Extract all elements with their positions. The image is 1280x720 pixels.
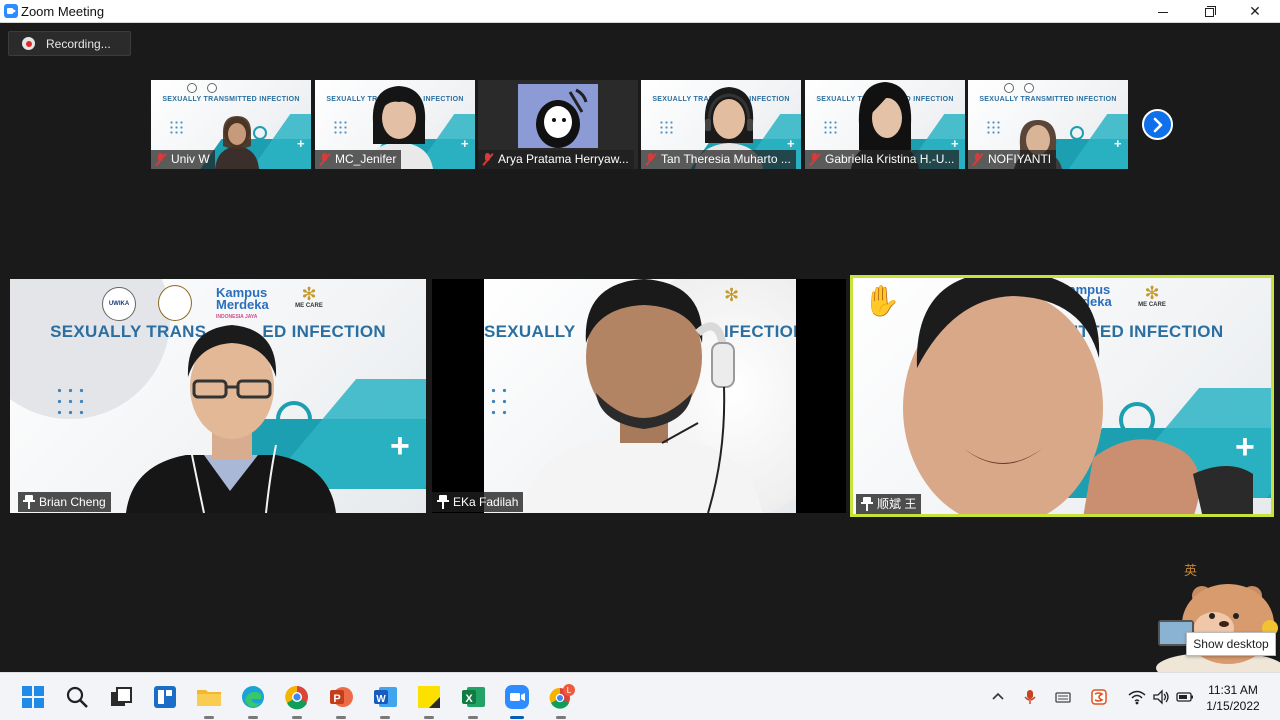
svg-text:W: W [376, 694, 386, 705]
chrome-button[interactable] [283, 683, 311, 719]
clock-time[interactable]: 11:31 AM [1200, 683, 1266, 697]
network-center-tray-button[interactable] [1054, 689, 1072, 705]
folder-icon [197, 690, 221, 706]
video-tile[interactable]: SEXUALLYIFECTION ✻ EKa Fadilah [432, 279, 846, 513]
chrome-icon [285, 685, 308, 710]
zoom-icon [505, 685, 529, 709]
participant-name: MC_Jenifer [315, 150, 402, 169]
battery-icon [1176, 692, 1193, 702]
ime-tray-button[interactable] [1090, 689, 1108, 705]
word-button[interactable]: W [371, 683, 399, 719]
widgets-icon [154, 686, 176, 708]
window-title: Zoom Meeting [21, 4, 105, 19]
edge-button[interactable] [239, 683, 267, 719]
mic-muted-icon [972, 153, 984, 166]
participant-name: Arya Pratama Herryaw... [478, 150, 634, 169]
video-tile[interactable]: UWIKA Kampus Merdeka INDONESIA JAYA ✻ ME … [10, 279, 426, 513]
me-care-logo: ✻ ME CARE [295, 284, 323, 309]
restore-icon [1204, 5, 1216, 17]
powerpoint-button[interactable]: P [327, 683, 355, 719]
recording-indicator[interactable]: Recording... [8, 31, 131, 56]
edge-icon [242, 686, 264, 708]
slide-title: SEXUALLY TRANSMITTED INFECTION [162, 96, 300, 103]
participant-thumbnail[interactable]: SEXUALLY TRANSMITTED INFECTION + Univ W [151, 80, 311, 169]
close-icon: ✕ [1249, 3, 1261, 19]
search-icon [66, 686, 88, 708]
search-button[interactable] [63, 683, 91, 711]
mic-muted-icon [809, 153, 821, 166]
window-titlebar: Zoom Meeting ✕ [0, 0, 1280, 23]
participant-name: Brian Cheng [18, 492, 111, 512]
participant-thumbnail[interactable]: Arya Pratama Herryaw... [478, 80, 638, 169]
task-view-icon [111, 687, 132, 706]
chrome-profile-icon: L [549, 684, 575, 709]
svg-text:X: X [465, 693, 473, 705]
minimize-icon [1158, 11, 1168, 13]
svg-text:P: P [333, 693, 340, 705]
maximize-button[interactable] [1186, 0, 1232, 23]
microphone-tray-button[interactable] [1021, 689, 1039, 705]
participant-name: 顺斌 王 [856, 494, 922, 514]
file-explorer-button[interactable] [195, 683, 223, 719]
raise-hand-icon: ✋ [863, 285, 901, 318]
mic-muted-icon [482, 153, 494, 166]
windows-start-button[interactable] [19, 683, 47, 711]
video-tile-active-speaker[interactable]: KampusMerdeka ✻ ME CARE MITTED INFECTION… [850, 275, 1274, 517]
widgets-button[interactable] [151, 683, 179, 711]
show-hidden-icons-button[interactable] [989, 689, 1007, 705]
participant-thumbnail[interactable]: SEXUALLY TRANSMITTED INFECTION + Gabriel… [805, 80, 965, 169]
windows-icon [22, 686, 44, 708]
taskbar: P W X L 11:31 AM 1/15/2022 [0, 672, 1280, 720]
clock-date[interactable]: 1/15/2022 [1200, 699, 1266, 713]
participant-name: Univ W [151, 150, 215, 169]
wifi-tray-button[interactable] [1128, 689, 1146, 705]
slide-title: SEXUALLY TRANSMITTED INFECTION [979, 96, 1117, 103]
participant-thumbnail[interactable]: SEXUALLY TRANSMITTED INFECTION + NOFIYAN… [968, 80, 1128, 169]
avatar [518, 84, 598, 148]
chevron-up-icon [992, 692, 1004, 700]
mic-muted-icon [319, 153, 331, 166]
svg-text:L: L [567, 686, 572, 695]
show-desktop-tooltip: Show desktop [1186, 632, 1276, 656]
recording-label: Recording... [46, 37, 111, 51]
chrome-profile-button[interactable]: L [547, 683, 575, 719]
record-icon [22, 37, 35, 50]
pin-icon [23, 495, 35, 509]
battery-tray-button[interactable] [1176, 689, 1194, 705]
sticky-notes-icon [418, 686, 440, 708]
pin-icon [437, 495, 449, 509]
participant-name: Tan Theresia Muharto ... [641, 150, 796, 169]
sogou-ime-icon [1091, 689, 1107, 705]
powerpoint-icon: P [330, 687, 353, 707]
speaker-icon [1153, 689, 1169, 705]
task-view-button[interactable] [107, 683, 135, 711]
word-icon: W [374, 687, 397, 707]
wifi-icon [1128, 690, 1146, 705]
zoom-app-icon [4, 4, 18, 18]
excel-button[interactable]: X [459, 683, 487, 719]
participant-name: NOFIYANTI [968, 150, 1057, 169]
pin-icon [861, 497, 873, 511]
next-page-button[interactable] [1142, 109, 1173, 140]
minimize-button[interactable] [1140, 0, 1186, 23]
ime-badge: 英 [1184, 563, 1198, 578]
mic-muted-icon [645, 153, 657, 166]
participant-name: Gabriella Kristina H.-U... [805, 150, 960, 169]
participant-name: EKa Fadilah [432, 492, 524, 512]
close-button[interactable]: ✕ [1232, 0, 1278, 23]
zoom-button[interactable] [503, 683, 531, 719]
participant-thumbnail[interactable]: SEXUALLY TRANSMITTED INFECTION + MC_Jeni… [315, 80, 475, 169]
volume-tray-button[interactable] [1152, 689, 1170, 705]
keyboard-icon [1055, 692, 1071, 703]
uwika-text: UWIKA [108, 301, 130, 307]
excel-icon: X [462, 687, 485, 707]
chevron-right-icon [1153, 117, 1163, 133]
mic-muted-icon [155, 153, 167, 166]
participant-thumbnail[interactable]: SEXUALLY TRANSMITTED INFECTION + Tan The… [641, 80, 801, 169]
microphone-icon [1024, 690, 1036, 704]
sticky-notes-button[interactable] [415, 683, 443, 719]
